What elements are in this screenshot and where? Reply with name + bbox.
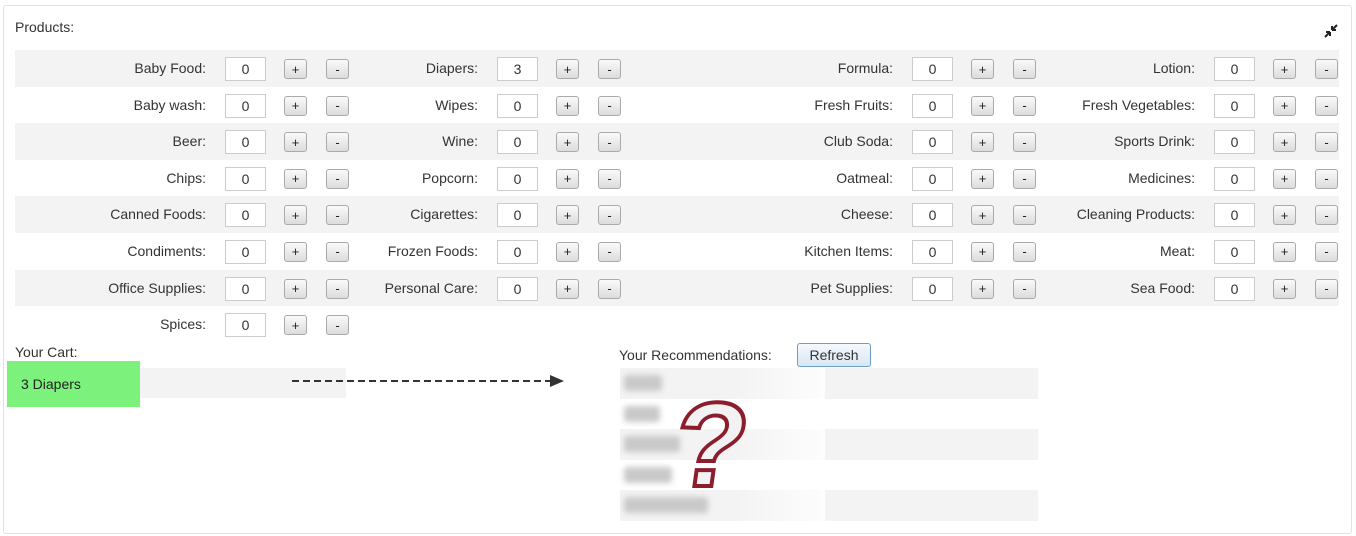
- decrement-button[interactable]: -: [1315, 95, 1338, 116]
- decrement-button[interactable]: -: [1315, 205, 1338, 226]
- cart-title: Your Cart:: [15, 344, 78, 360]
- product-cell: Sea Food: +-: [15, 270, 1338, 307]
- increment-button[interactable]: +: [1273, 95, 1296, 116]
- increment-button[interactable]: +: [1273, 278, 1296, 299]
- product-label: Cleaning Products:: [1076, 206, 1195, 223]
- panel-title: Products:: [15, 19, 75, 35]
- decrement-button[interactable]: -: [1315, 132, 1338, 153]
- increment-button[interactable]: +: [1273, 59, 1296, 79]
- quantity-input[interactable]: [225, 313, 266, 338]
- product-cell: Spices: +-: [15, 306, 349, 343]
- product-label: Meat:: [1159, 242, 1195, 259]
- increment-button[interactable]: +: [1273, 241, 1296, 262]
- product-row: Spices: +-: [15, 306, 1339, 343]
- product-label: Lotion:: [1152, 60, 1195, 76]
- product-row: Beer:+-Wine:+-Club Soda:+-Sports Drink:+…: [15, 123, 1339, 160]
- quantity-input[interactable]: [1214, 203, 1255, 228]
- decrement-button[interactable]: -: [326, 315, 349, 336]
- quantity-input[interactable]: [1214, 93, 1255, 118]
- product-label: Medicines:: [1128, 169, 1195, 186]
- increment-button[interactable]: +: [284, 315, 307, 336]
- product-cell: Fresh Vegetables: +-: [15, 87, 1338, 124]
- cart-item[interactable]: 3 Diapers: [7, 361, 140, 407]
- question-mark-icon: ?: [663, 382, 759, 497]
- product-cell: Meat: +-: [15, 233, 1338, 270]
- quantity-input[interactable]: [1214, 130, 1255, 155]
- decrement-button[interactable]: -: [1315, 59, 1338, 79]
- product-row: Canned Foods:+-Cigarettes:+-Cheese:+-Cle…: [15, 196, 1339, 233]
- svg-text:?: ?: [665, 382, 757, 497]
- product-row: Chips:+-Popcorn:+-Oatmeal:+-Medicines:+-: [15, 160, 1339, 197]
- decrement-button[interactable]: -: [1315, 278, 1338, 299]
- product-label: Sports Drink:: [1114, 133, 1195, 150]
- quantity-input[interactable]: [1214, 276, 1255, 301]
- increment-button[interactable]: +: [1273, 168, 1296, 189]
- dashed-arrow-right-icon: [292, 375, 564, 387]
- refresh-button[interactable]: Refresh: [797, 343, 871, 367]
- product-label: Fresh Vegetables:: [1082, 96, 1195, 113]
- product-row: Office Supplies:+-Personal Care:+-Pet Su…: [15, 269, 1339, 307]
- product-cell: Cleaning Products: +-: [15, 196, 1338, 233]
- decrement-button[interactable]: -: [1315, 241, 1338, 262]
- product-cell: Medicines: +-: [15, 160, 1338, 197]
- product-cell: Sports Drink: +-: [15, 123, 1338, 160]
- recommendations-title: Your Recommendations:: [619, 347, 772, 363]
- product-grid: Baby Food:+-Diapers:+-Formula:+-Lotion:+…: [15, 50, 1339, 343]
- product-label: Sea Food:: [1130, 279, 1195, 296]
- increment-button[interactable]: +: [1273, 205, 1296, 226]
- quantity-input[interactable]: [1214, 57, 1255, 81]
- product-row: Baby Food:+-Diapers:+-Formula:+-Lotion:+…: [15, 50, 1339, 87]
- product-row: Condiments:+-Frozen Foods:+-Kitchen Item…: [15, 233, 1339, 270]
- quantity-input[interactable]: [1214, 239, 1255, 264]
- increment-button[interactable]: +: [1273, 132, 1296, 153]
- decrement-button[interactable]: -: [1315, 168, 1338, 189]
- product-cell: Lotion: +-: [15, 50, 1338, 87]
- quantity-input[interactable]: [1214, 166, 1255, 191]
- product-label: Spices:: [160, 316, 206, 333]
- product-row: Baby wash:+-Wipes:+-Fresh Fruits:+-Fresh…: [15, 87, 1339, 124]
- collapse-arrows-icon[interactable]: [1322, 22, 1340, 40]
